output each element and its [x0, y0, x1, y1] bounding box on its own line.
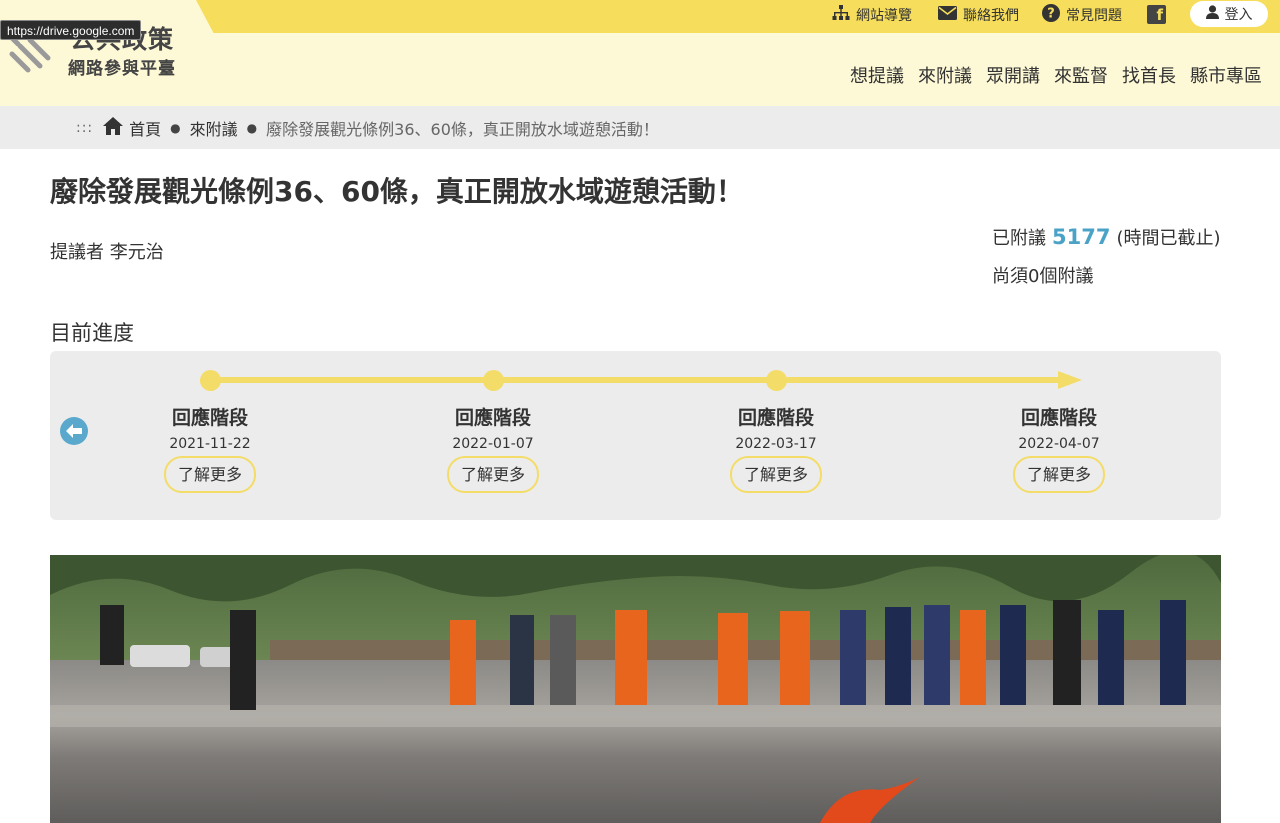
breadcrumb-current: 廢除發展觀光條例36、60條，真正開放水域遊憩活動！: [266, 119, 659, 139]
learn-more-button[interactable]: 了解更多: [447, 456, 539, 493]
facebook-icon[interactable]: f: [1147, 5, 1166, 24]
breadcrumb-separator: ●: [170, 120, 181, 135]
proposer: 提議者 李元治: [50, 242, 164, 263]
endorsed-status: (時間已截止): [1116, 228, 1221, 249]
login-button[interactable]: 登入: [1190, 1, 1268, 27]
timeline-dot: [200, 370, 221, 391]
learn-more-button[interactable]: 了解更多: [730, 456, 822, 493]
home-icon[interactable]: [103, 116, 124, 139]
breadcrumb: ::: 首頁 ● 來附議 ● 廢除發展觀光條例36、60條，真正開放水域遊憩活動…: [0, 106, 1280, 149]
stage-label: 回應階段: [1020, 407, 1097, 429]
stage-label: 回應階段: [454, 407, 531, 429]
learn-more-button[interactable]: 了解更多: [164, 456, 256, 493]
endorsed-prefix: 已附議: [992, 228, 1046, 249]
sitemap-icon: [832, 5, 850, 25]
accesskey-dots[interactable]: :::: [76, 120, 93, 136]
contact-label: 聯絡我們: [963, 8, 1019, 24]
stage-date: 2022-03-17: [735, 436, 817, 452]
sitemap-label: 網站導覽: [856, 8, 912, 24]
link-url-tooltip: https://drive.google.com: [0, 20, 142, 40]
stage-item: 回應階段 2022-01-07 了解更多: [428, 403, 558, 493]
sitemap-link[interactable]: 網站導覽: [832, 0, 912, 30]
faq-label: 常見問題: [1066, 8, 1122, 24]
breadcrumb-home[interactable]: 首頁: [129, 116, 161, 140]
endorsed-number: 5177: [1052, 225, 1111, 249]
question-icon: ?: [1042, 4, 1060, 26]
endorsement-count: 已附議 5177 (時間已截止): [992, 224, 1221, 250]
stage-item: 回應階段 2022-03-17 了解更多: [711, 403, 841, 493]
login-label: 登入: [1224, 7, 1253, 23]
learn-more-button[interactable]: 了解更多: [1013, 456, 1105, 493]
contact-link[interactable]: 聯絡我們: [938, 0, 1019, 30]
prev-arrow-icon[interactable]: [60, 417, 88, 445]
progress-heading: 目前進度: [50, 321, 134, 345]
nav-endorse[interactable]: 來附議: [918, 62, 972, 88]
stage-date: 2021-11-22: [169, 436, 251, 452]
main-nav: 想提議 來附議 眾開講 來監督 找首長 縣市專區: [850, 62, 1262, 88]
stage-item: 回應階段 2021-11-22 了解更多: [145, 403, 275, 493]
proposal-photo: [50, 555, 1221, 823]
timeline-dot: [766, 370, 787, 391]
site-header: 網站導覽 聯絡我們 ? 常見問題 f 登入 公共政策 網路參與平臺 https:…: [0, 0, 1280, 106]
nav-propose[interactable]: 想提議: [850, 62, 904, 88]
breadcrumb-separator: ●: [246, 120, 258, 135]
nav-local-gov[interactable]: 縣市專區: [1190, 62, 1262, 88]
timeline-arrow-icon: [1058, 371, 1082, 389]
breadcrumb-section[interactable]: 來附議: [190, 116, 238, 140]
nav-discuss[interactable]: 眾開講: [986, 62, 1040, 88]
timeline-line: [210, 377, 1065, 383]
remaining-endorsements: 尚須0個附議: [992, 266, 1094, 287]
page-title: 廢除發展觀光條例36、60條，真正開放水域遊憩活動！: [50, 175, 744, 208]
logo-subtitle[interactable]: 網路參與平臺: [68, 54, 176, 79]
progress-timeline: 回應階段 2021-11-22 了解更多 回應階段 2022-01-07 了解更…: [50, 351, 1221, 520]
timeline-dot: [483, 370, 504, 391]
stage-date: 2022-04-07: [1018, 436, 1100, 452]
stage-label: 回應階段: [171, 407, 248, 429]
nav-find-official[interactable]: 找首長: [1122, 62, 1176, 88]
stage-label: 回應階段: [737, 407, 814, 429]
nav-monitor[interactable]: 來監督: [1054, 62, 1108, 88]
svg-text:?: ?: [1047, 7, 1055, 22]
stage-item: 回應階段 2022-04-07 了解更多: [994, 403, 1124, 493]
stage-date: 2022-01-07: [452, 436, 534, 452]
user-icon: [1205, 5, 1219, 23]
faq-link[interactable]: ? 常見問題: [1042, 0, 1122, 30]
mail-icon: [938, 6, 957, 24]
photo-illustration: [50, 555, 1221, 823]
